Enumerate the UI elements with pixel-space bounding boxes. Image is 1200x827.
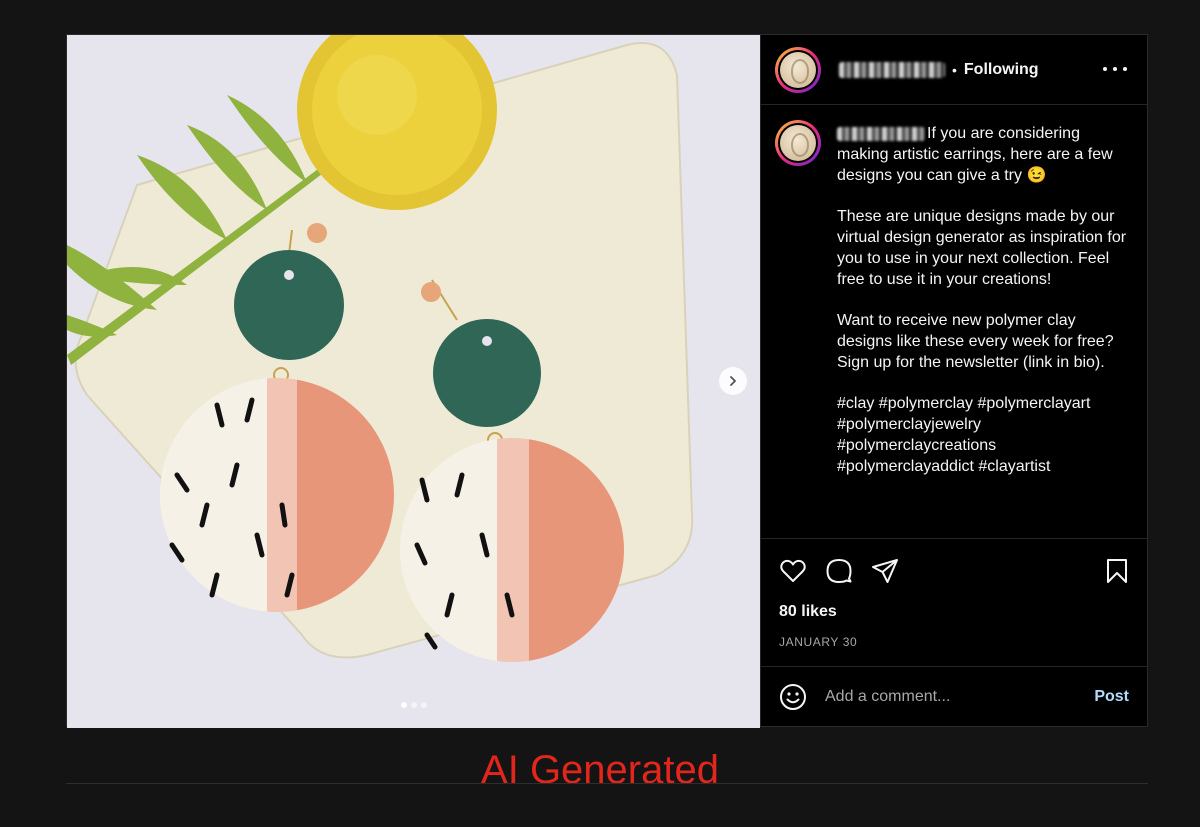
comment-input[interactable] [825, 687, 1095, 706]
divider [66, 783, 1148, 784]
caption-username-blurred[interactable] [837, 126, 925, 141]
caption-text: If you are considering making artistic e… [837, 124, 1127, 478]
comment-bar: Post [761, 666, 1147, 726]
bookmark-icon[interactable] [1103, 557, 1131, 585]
avatar[interactable] [775, 46, 821, 93]
carousel-dot-active [400, 702, 407, 708]
comment-bubble-icon[interactable] [825, 557, 853, 585]
likes-count[interactable]: 80 likes [779, 603, 837, 621]
carousel-indicator [67, 702, 760, 708]
earrings-photo [67, 35, 760, 728]
carousel-next-button[interactable] [719, 367, 747, 395]
more-options-button[interactable] [1103, 59, 1127, 79]
username-blurred[interactable] [839, 61, 945, 78]
separator-dot: • [952, 61, 957, 78]
post-comment-button[interactable]: Post [1094, 688, 1129, 706]
chevron-right-icon [730, 376, 737, 386]
post-media[interactable] [67, 35, 760, 728]
ai-generated-label: AI Generated [481, 748, 719, 792]
caption-avatar[interactable] [775, 120, 821, 166]
post-actions: 80 likes JANUARY 30 [761, 538, 1147, 666]
caption-area[interactable]: If you are considering making artistic e… [761, 106, 1147, 538]
heart-icon[interactable] [779, 557, 807, 585]
following-button[interactable]: Following [964, 61, 1039, 79]
caption-body: If you are considering making artistic e… [837, 125, 1127, 475]
more-horizontal-icon [1103, 67, 1107, 71]
instagram-post: • Following If you are considering makin… [66, 34, 1148, 728]
carousel-dot [420, 702, 427, 708]
post-date[interactable]: JANUARY 30 [779, 635, 857, 649]
carousel-dot [410, 702, 417, 708]
post-side-panel: • Following If you are considering makin… [760, 35, 1147, 726]
post-header: • Following [761, 35, 1147, 105]
paper-plane-icon[interactable] [871, 557, 899, 585]
emoji-smile-icon[interactable] [779, 683, 807, 711]
